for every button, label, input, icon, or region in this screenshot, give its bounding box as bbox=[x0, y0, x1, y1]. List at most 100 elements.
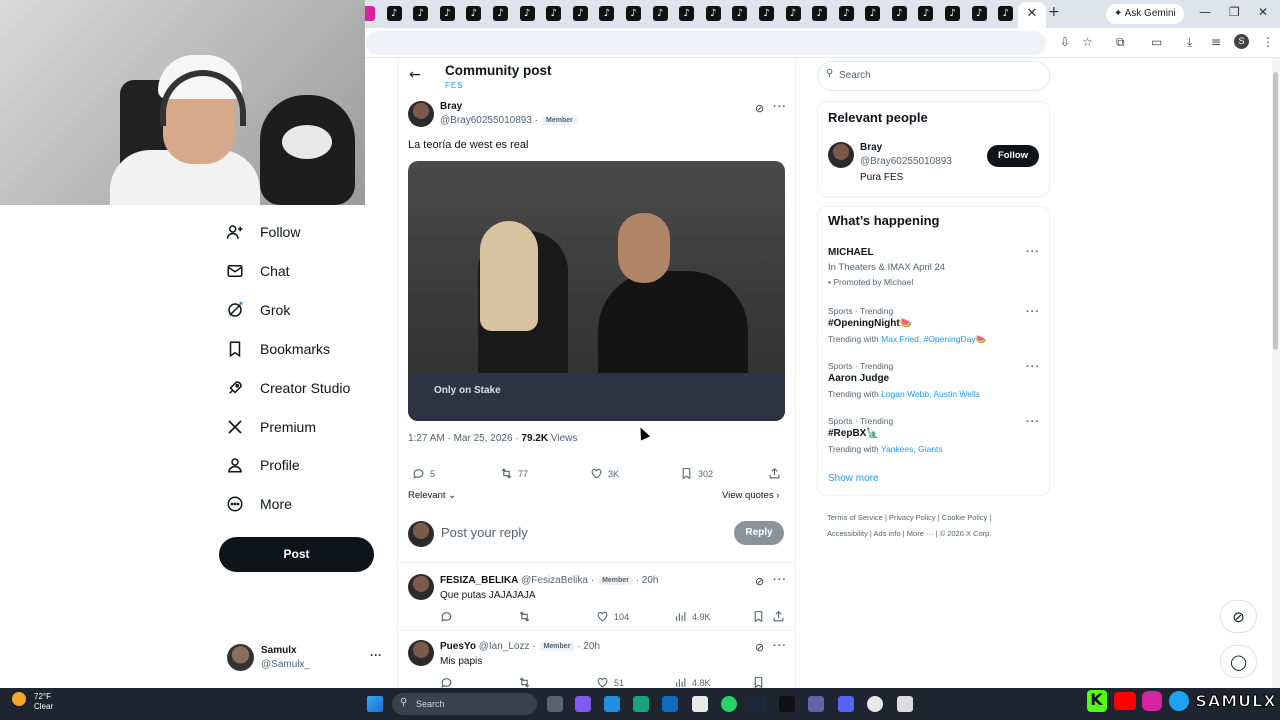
sidebar-item-profile[interactable]: Profile bbox=[226, 456, 300, 474]
footer-link[interactable]: Privacy Policy bbox=[889, 513, 936, 522]
grok-explain-icon[interactable]: ⊘ bbox=[755, 641, 764, 654]
edge-icon[interactable] bbox=[604, 696, 620, 712]
trend-name[interactable]: Aaron Judge bbox=[828, 373, 889, 384]
more-options-icon[interactable]: ··· bbox=[1026, 361, 1040, 373]
window-close-icon[interactable]: ✕ bbox=[1258, 5, 1268, 19]
url-field[interactable] bbox=[366, 31, 1046, 55]
tiktok-tab-icon[interactable]: ♪ bbox=[572, 6, 588, 21]
tiktok-tab-icon[interactable]: ♪ bbox=[413, 6, 429, 21]
browser-menu-icon[interactable]: ⋮ bbox=[1262, 35, 1274, 49]
tiktok-tab-icon[interactable]: ♪ bbox=[732, 6, 748, 21]
tiktok-tab-icon[interactable]: ♪ bbox=[971, 6, 987, 21]
avatar[interactable] bbox=[408, 574, 434, 600]
promo-title[interactable]: MICHAEL bbox=[828, 247, 874, 258]
sidebar-item-more[interactable]: More bbox=[226, 495, 292, 513]
like-action[interactable]: 104 bbox=[596, 610, 629, 623]
chrome-icon[interactable] bbox=[867, 696, 883, 712]
active-tab-close-icon[interactable]: ✕ bbox=[1018, 2, 1046, 28]
reply-author[interactable]: PuesYo bbox=[440, 641, 476, 652]
tiktok-tab-icon[interactable]: ♪ bbox=[652, 6, 668, 21]
windows-start-icon[interactable] bbox=[367, 696, 383, 712]
tiktok-tab-icon[interactable]: ♪ bbox=[625, 6, 641, 21]
views-action[interactable]: 4.9K bbox=[674, 610, 711, 623]
restore-icon[interactable]: ❐ bbox=[1229, 5, 1240, 19]
avatar[interactable] bbox=[408, 101, 434, 127]
store-icon[interactable] bbox=[692, 696, 708, 712]
minimize-icon[interactable]: — bbox=[1199, 5, 1211, 19]
reply-time[interactable]: · 20h bbox=[577, 641, 600, 652]
avatar[interactable] bbox=[408, 640, 434, 666]
reply-handle[interactable]: @Ian_Lozz · bbox=[479, 641, 536, 652]
person-name[interactable]: Bray bbox=[860, 142, 882, 153]
footer-link[interactable]: More ··· bbox=[907, 529, 934, 538]
new-tab-icon[interactable]: + bbox=[1048, 4, 1060, 20]
account-more-icon[interactable]: ··· bbox=[370, 648, 382, 662]
footer-link[interactable]: Accessibility bbox=[827, 529, 868, 538]
post-author-name[interactable]: Bray bbox=[440, 101, 462, 112]
extensions-icon[interactable]: ⧉ bbox=[1116, 35, 1125, 50]
reply-input[interactable]: Post your reply bbox=[441, 525, 528, 540]
person-handle[interactable]: @Bray60255010893 bbox=[860, 156, 952, 167]
grok-explain-icon[interactable]: ⊘ bbox=[755, 102, 764, 115]
taskbar-search[interactable]: Search bbox=[392, 693, 537, 715]
post-handle[interactable]: @Bray60255010893 · bbox=[440, 115, 538, 126]
more-options-icon[interactable]: ··· bbox=[1026, 246, 1040, 258]
view-quotes-link[interactable]: View quotes › bbox=[722, 490, 779, 501]
bookmark-action[interactable]: 302 bbox=[680, 467, 713, 480]
tiktok-tab-icon[interactable]: ♪ bbox=[785, 6, 801, 21]
community-name[interactable]: FES bbox=[445, 81, 464, 90]
reply-button[interactable]: Reply bbox=[734, 521, 784, 545]
bookmark-star-icon[interactable]: ☆ bbox=[1082, 35, 1093, 49]
trend-name[interactable]: #RepBX🗽 bbox=[828, 428, 879, 439]
sidebar-item-chat[interactable]: Chat bbox=[226, 262, 290, 280]
steam-icon[interactable] bbox=[750, 696, 766, 712]
reply-action[interactable] bbox=[440, 610, 453, 623]
share-action[interactable] bbox=[768, 467, 781, 480]
bookmark-action[interactable] bbox=[752, 610, 765, 623]
tiktok-tab-icon[interactable]: ♪ bbox=[838, 6, 854, 21]
like-action[interactable]: 3K bbox=[590, 467, 619, 480]
trend-links[interactable]: Logan Webb, Austin Wells bbox=[881, 389, 980, 399]
callofduty-icon[interactable] bbox=[779, 696, 795, 712]
reply-action[interactable]: 5 bbox=[412, 467, 435, 480]
reply-sort-dropdown[interactable]: Relevant ⌄ bbox=[408, 490, 456, 501]
scrollbar-thumb[interactable] bbox=[1273, 72, 1278, 350]
weather-widget[interactable]: 72°F Clear bbox=[34, 692, 53, 712]
sidebar-item-premium[interactable]: Premium bbox=[226, 418, 316, 436]
follow-button[interactable]: Follow bbox=[987, 145, 1039, 167]
media-controls-icon[interactable]: ≡ bbox=[1211, 35, 1221, 49]
avatar[interactable] bbox=[828, 142, 854, 168]
post-video[interactable]: Only on Stake bbox=[408, 161, 785, 421]
tiktok-tab-icon[interactable]: ♪ bbox=[812, 6, 828, 21]
whatsapp-icon[interactable] bbox=[721, 696, 737, 712]
reply-handle[interactable]: @FesizaBelika · bbox=[521, 575, 594, 586]
footer-link[interactable]: Terms of Service bbox=[827, 513, 883, 522]
repost-action[interactable] bbox=[518, 610, 531, 623]
sidebar-item-bookmarks[interactable]: Bookmarks bbox=[226, 340, 330, 358]
post-button[interactable]: Post bbox=[219, 537, 374, 572]
back-arrow-icon[interactable]: ← bbox=[409, 67, 421, 83]
repost-action[interactable]: 77 bbox=[500, 467, 528, 480]
grok-explain-icon[interactable]: ⊘ bbox=[755, 575, 764, 588]
app-icon[interactable] bbox=[633, 696, 649, 712]
footer-link[interactable]: Ads info bbox=[874, 529, 901, 538]
grok-fab-icon[interactable]: ⊘ bbox=[1220, 600, 1257, 633]
messages-fab-icon[interactable]: ◯ bbox=[1220, 645, 1257, 678]
tiktok-tab-icon[interactable]: ♪ bbox=[679, 6, 695, 21]
copilot-icon[interactable] bbox=[575, 696, 591, 712]
reply-author[interactable]: FESIZA_BELIKA bbox=[440, 575, 518, 586]
show-more-link[interactable]: Show more bbox=[828, 473, 879, 484]
tiktok-tab-icon[interactable]: ♪ bbox=[945, 6, 961, 21]
teams-icon[interactable] bbox=[808, 696, 824, 712]
sidebar-item-creator-studio[interactable]: Creator Studio bbox=[226, 379, 350, 397]
tiktok-tab-icon[interactable]: ♪ bbox=[599, 6, 615, 21]
tiktok-tab-icon[interactable]: ♪ bbox=[865, 6, 881, 21]
more-options-icon[interactable]: ··· bbox=[773, 574, 787, 586]
trend-links[interactable]: Yankees, Giants bbox=[881, 444, 943, 454]
footer-link[interactable]: Cookie Policy bbox=[942, 513, 987, 522]
trend-links[interactable]: Max Fried, #OpeningDay🍉 bbox=[881, 334, 986, 344]
tiktok-tab-icon[interactable]: ♪ bbox=[998, 6, 1014, 21]
browser-profile-avatar[interactable]: S bbox=[1234, 34, 1249, 49]
more-options-icon[interactable]: ··· bbox=[1026, 416, 1040, 428]
trend-name[interactable]: #OpeningNight🍉 bbox=[828, 318, 912, 329]
